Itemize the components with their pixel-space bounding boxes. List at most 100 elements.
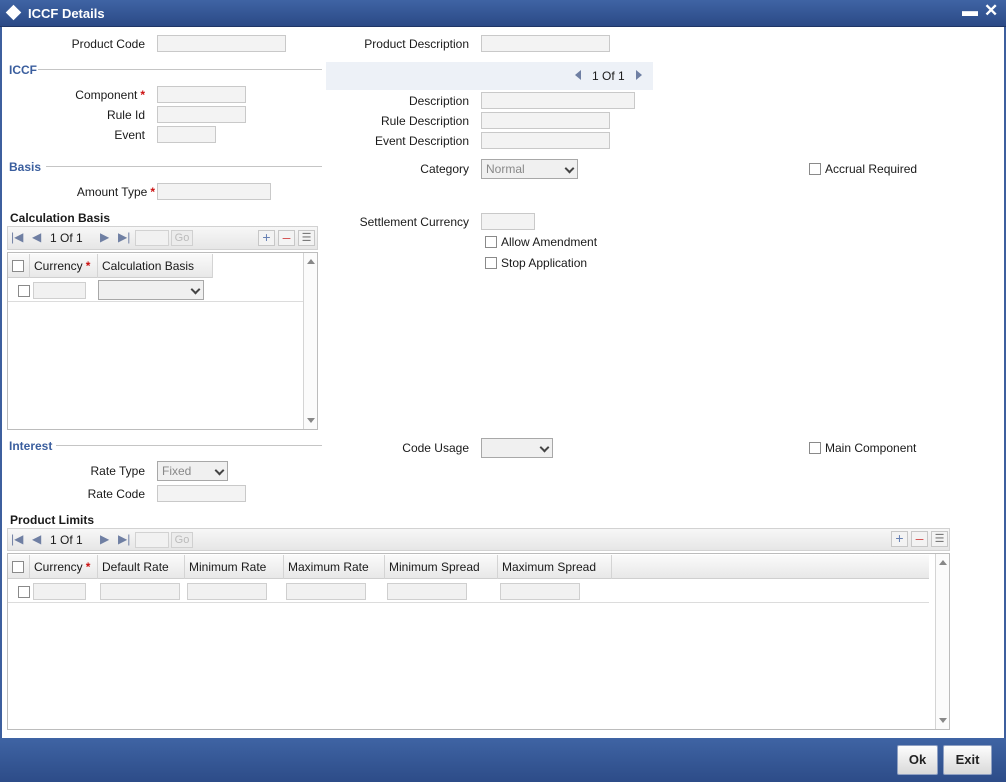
allow-amendment-checkbox[interactable]: [485, 236, 497, 248]
required-marker: *: [85, 560, 91, 574]
previous-page-icon[interactable]: ◀: [32, 532, 41, 546]
category-select[interactable]: Normal: [481, 159, 578, 179]
diamond-icon: [5, 4, 22, 21]
rule-id-input[interactable]: [157, 106, 246, 123]
iccf-divider: [38, 69, 322, 70]
basis-divider: [46, 166, 322, 167]
next-record-icon[interactable]: [636, 70, 642, 80]
code-usage-label: Code Usage: [402, 441, 469, 455]
maximum-spread-cell-input[interactable]: [500, 583, 580, 600]
product-limits-header: Currency * Default Rate Minimum Rate Maxi…: [8, 555, 929, 579]
rule-description-input[interactable]: [481, 112, 610, 129]
product-limits-pager-text: 1 Of 1: [50, 533, 83, 547]
minimum-rate-cell-input[interactable]: [187, 583, 267, 600]
event-description-input[interactable]: [481, 132, 610, 149]
select-all-checkbox[interactable]: [12, 260, 24, 272]
component-input[interactable]: [157, 86, 246, 103]
previous-page-icon[interactable]: ◀: [32, 230, 41, 244]
currency-cell-input[interactable]: [33, 583, 86, 600]
minus-icon[interactable]: –: [278, 230, 295, 246]
currency-column-header: Currency *: [30, 254, 98, 278]
main-component-checkbox[interactable]: [809, 442, 821, 454]
product-code-input[interactable]: [157, 35, 286, 52]
rule-description-label: Rule Description: [380, 114, 469, 128]
allow-amendment-label: Allow Amendment: [501, 235, 598, 249]
product-limits-go-button[interactable]: Go: [171, 532, 193, 548]
ok-button[interactable]: Ok: [897, 745, 938, 775]
list-icon[interactable]: ☰: [298, 230, 315, 246]
list-icon[interactable]: ☰: [931, 531, 948, 547]
next-page-icon[interactable]: ▶: [100, 230, 109, 244]
select-all-checkbox[interactable]: [12, 561, 24, 573]
accrual-required-label: Accrual Required: [825, 162, 918, 176]
settlement-currency-label: Settlement Currency: [359, 215, 469, 229]
description-input[interactable]: [481, 92, 635, 109]
required-marker: *: [140, 88, 145, 102]
row-checkbox[interactable]: [18, 586, 30, 598]
default-rate-cell-input[interactable]: [100, 583, 180, 600]
event-label: Event: [114, 128, 145, 142]
calculation-basis-go-button[interactable]: Go: [171, 230, 193, 246]
category-label: Category: [420, 162, 469, 176]
product-limits-page-input[interactable]: [135, 532, 169, 548]
maximum-spread-column-header: Maximum Spread: [498, 555, 612, 579]
accrual-required-checkbox[interactable]: [809, 163, 821, 175]
scroll-down-icon[interactable]: [307, 418, 315, 423]
plus-icon[interactable]: +: [891, 531, 908, 547]
currency-column-header: Currency *: [30, 555, 98, 579]
interest-section-title: Interest: [9, 439, 53, 453]
calculation-basis-scrollbar[interactable]: [303, 253, 317, 429]
minimum-spread-column-header: Minimum Spread: [385, 555, 498, 579]
last-page-icon[interactable]: ▶|: [118, 230, 130, 244]
product-limits-title: Product Limits: [10, 513, 95, 527]
minimize-icon[interactable]: ▬: [962, 4, 978, 20]
row-divider: [8, 602, 929, 603]
scroll-up-icon[interactable]: [307, 259, 315, 264]
currency-cell-input[interactable]: [33, 282, 86, 299]
chevron-down-icon: [539, 442, 550, 453]
rate-code-input[interactable]: [157, 485, 246, 502]
component-label: Component *: [75, 88, 145, 102]
rate-code-label: Rate Code: [87, 487, 145, 501]
last-page-icon[interactable]: ▶|: [118, 532, 130, 546]
previous-record-icon[interactable]: [575, 70, 581, 80]
plus-icon[interactable]: +: [258, 230, 275, 246]
iccf-pager-text: 1 Of 1: [592, 69, 625, 83]
event-description-label: Event Description: [374, 134, 469, 148]
description-label: Description: [408, 94, 469, 108]
product-description-input[interactable]: [481, 35, 610, 52]
product-description-label: Product Description: [364, 37, 469, 51]
scroll-up-icon[interactable]: [939, 560, 947, 565]
minimum-spread-cell-input[interactable]: [387, 583, 467, 600]
close-icon[interactable]: ✕: [984, 2, 998, 19]
exit-button[interactable]: Exit: [943, 745, 992, 775]
required-marker: *: [150, 185, 155, 199]
next-page-icon[interactable]: ▶: [100, 532, 109, 546]
basis-section-title: Basis: [9, 160, 42, 174]
first-page-icon[interactable]: |◀: [11, 532, 23, 546]
select-all-cell: [8, 555, 30, 579]
calculation-basis-page-input[interactable]: [135, 230, 169, 246]
minus-icon[interactable]: –: [911, 531, 928, 547]
category-value: Normal: [486, 162, 525, 176]
default-rate-column-header: Default Rate: [98, 555, 185, 579]
first-page-icon[interactable]: |◀: [11, 230, 23, 244]
rate-type-select[interactable]: Fixed: [157, 461, 228, 481]
calculation-basis-title: Calculation Basis: [10, 211, 111, 225]
calculation-basis-header: Currency * Calculation Basis: [8, 254, 213, 278]
maximum-rate-cell-input[interactable]: [286, 583, 366, 600]
calculation-basis-column-header: Calculation Basis: [98, 254, 213, 278]
event-input[interactable]: [157, 126, 216, 143]
settlement-currency-input[interactable]: [481, 213, 535, 230]
product-limits-scrollbar[interactable]: [935, 554, 949, 729]
row-checkbox[interactable]: [18, 285, 30, 297]
calculation-basis-toolbar: |◀ ◀ 1 Of 1 ▶ ▶| Go + – ☰: [7, 226, 318, 250]
stop-application-checkbox[interactable]: [485, 257, 497, 269]
select-all-cell: [8, 254, 30, 278]
amount-type-input[interactable]: [157, 183, 271, 200]
scroll-down-icon[interactable]: [939, 718, 947, 723]
product-code-label: Product Code: [71, 37, 145, 51]
code-usage-select[interactable]: [481, 438, 553, 458]
title-bar: ICCF Details ▬ ✕: [0, 0, 1006, 27]
calculation-basis-cell-select[interactable]: [98, 280, 204, 300]
